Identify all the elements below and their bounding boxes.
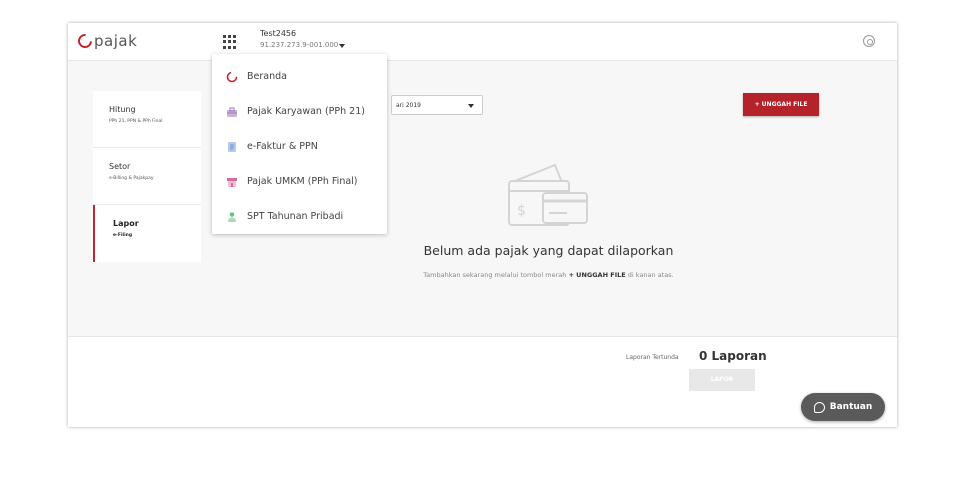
upload-file-button[interactable]: + UNGGAH FILE xyxy=(743,93,819,116)
empty-state-hint-bold: + UNGGAH FILE xyxy=(568,271,626,279)
main-content: Hitung PPh 21, PPN & PPh Final Setor e-B… xyxy=(68,61,897,336)
sidenav-item-hitung[interactable]: Hitung PPh 21, PPN & PPh Final xyxy=(93,91,201,148)
menu-item-pajak-karyawan[interactable]: Pajak Karyawan (PPh 21) xyxy=(212,94,387,129)
company-name: Test2456 xyxy=(260,29,297,38)
app-menu-dropdown: Beranda Pajak Karyawan (PPh 21) e-Faktur… xyxy=(212,54,387,234)
sidenav-item-title: Lapor xyxy=(113,219,139,228)
period-select[interactable]: ari 2019 xyxy=(391,95,483,115)
menu-item-label: Pajak UMKM (PPh Final) xyxy=(247,176,358,187)
gear-icon[interactable] xyxy=(863,35,875,47)
pending-count: 0 Laporan xyxy=(699,349,767,363)
help-button[interactable]: Bantuan xyxy=(801,393,885,421)
company-selector[interactable]: Test2456 91.237.273.9-001.000 xyxy=(260,29,345,49)
menu-item-label: e-Faktur & PPN xyxy=(247,141,318,152)
menu-item-pajak-umkm[interactable]: Pajak UMKM (PPh Final) xyxy=(212,164,387,199)
sidenav-item-subtitle: e-Filing xyxy=(113,233,133,238)
company-npwp: 91.237.273.9-001.000 xyxy=(260,41,339,49)
chat-bubble-icon xyxy=(813,401,825,413)
logo[interactable]: pajak xyxy=(75,31,138,51)
period-select-value: ari 2019 xyxy=(396,102,421,109)
employee-tax-icon xyxy=(227,107,237,117)
logo-mark-icon xyxy=(75,31,95,51)
sidenav-item-subtitle: e-Billing & Pajakpay xyxy=(109,176,154,181)
svg-text:$: $ xyxy=(517,203,526,219)
pending-label: Laporan Tertunda xyxy=(626,354,679,361)
menu-item-label: Pajak Karyawan (PPh 21) xyxy=(247,106,365,117)
app-grid-icon[interactable] xyxy=(223,35,237,49)
store-icon xyxy=(227,177,237,187)
top-bar: pajak Test2456 91.237.273.9-001.000 xyxy=(68,23,897,61)
menu-item-efaktur[interactable]: e-Faktur & PPN xyxy=(212,129,387,164)
footer-bar: Laporan Tertunda 0 Laporan LAPOR xyxy=(68,336,897,427)
side-nav: Hitung PPh 21, PPN & PPh Final Setor e-B… xyxy=(93,91,201,262)
menu-item-label: Beranda xyxy=(247,71,287,82)
chevron-down-icon[interactable] xyxy=(339,44,345,48)
chevron-down-icon xyxy=(468,104,474,108)
empty-state-hint: Tambahkan sekarang melalui tombol merah … xyxy=(423,271,674,279)
lapor-button[interactable]: LAPOR xyxy=(689,369,755,391)
app-window: pajak Test2456 91.237.273.9-001.000 Hitu… xyxy=(68,23,897,427)
sidenav-item-lapor[interactable]: Lapor e-Filing xyxy=(93,205,201,262)
sidenav-item-title: Hitung xyxy=(109,105,136,114)
invoice-icon xyxy=(228,141,236,152)
sidenav-item-subtitle: PPh 21, PPN & PPh Final xyxy=(109,119,163,124)
empty-wallet-illustration-icon: $ xyxy=(508,163,588,226)
menu-item-spt-tahunan[interactable]: SPT Tahunan Pribadi xyxy=(212,199,387,234)
sidenav-item-title: Setor xyxy=(109,162,131,171)
logo-text: pajak xyxy=(94,32,138,50)
beranda-icon xyxy=(226,71,238,82)
empty-state-title: Belum ada pajak yang dapat dilaporkan xyxy=(423,243,674,258)
sidenav-item-setor[interactable]: Setor e-Billing & Pajakpay xyxy=(93,148,201,205)
person-icon xyxy=(228,211,236,222)
menu-item-label: SPT Tahunan Pribadi xyxy=(247,211,344,222)
help-button-label: Bantuan xyxy=(829,402,873,412)
menu-item-beranda[interactable]: Beranda xyxy=(212,59,387,94)
